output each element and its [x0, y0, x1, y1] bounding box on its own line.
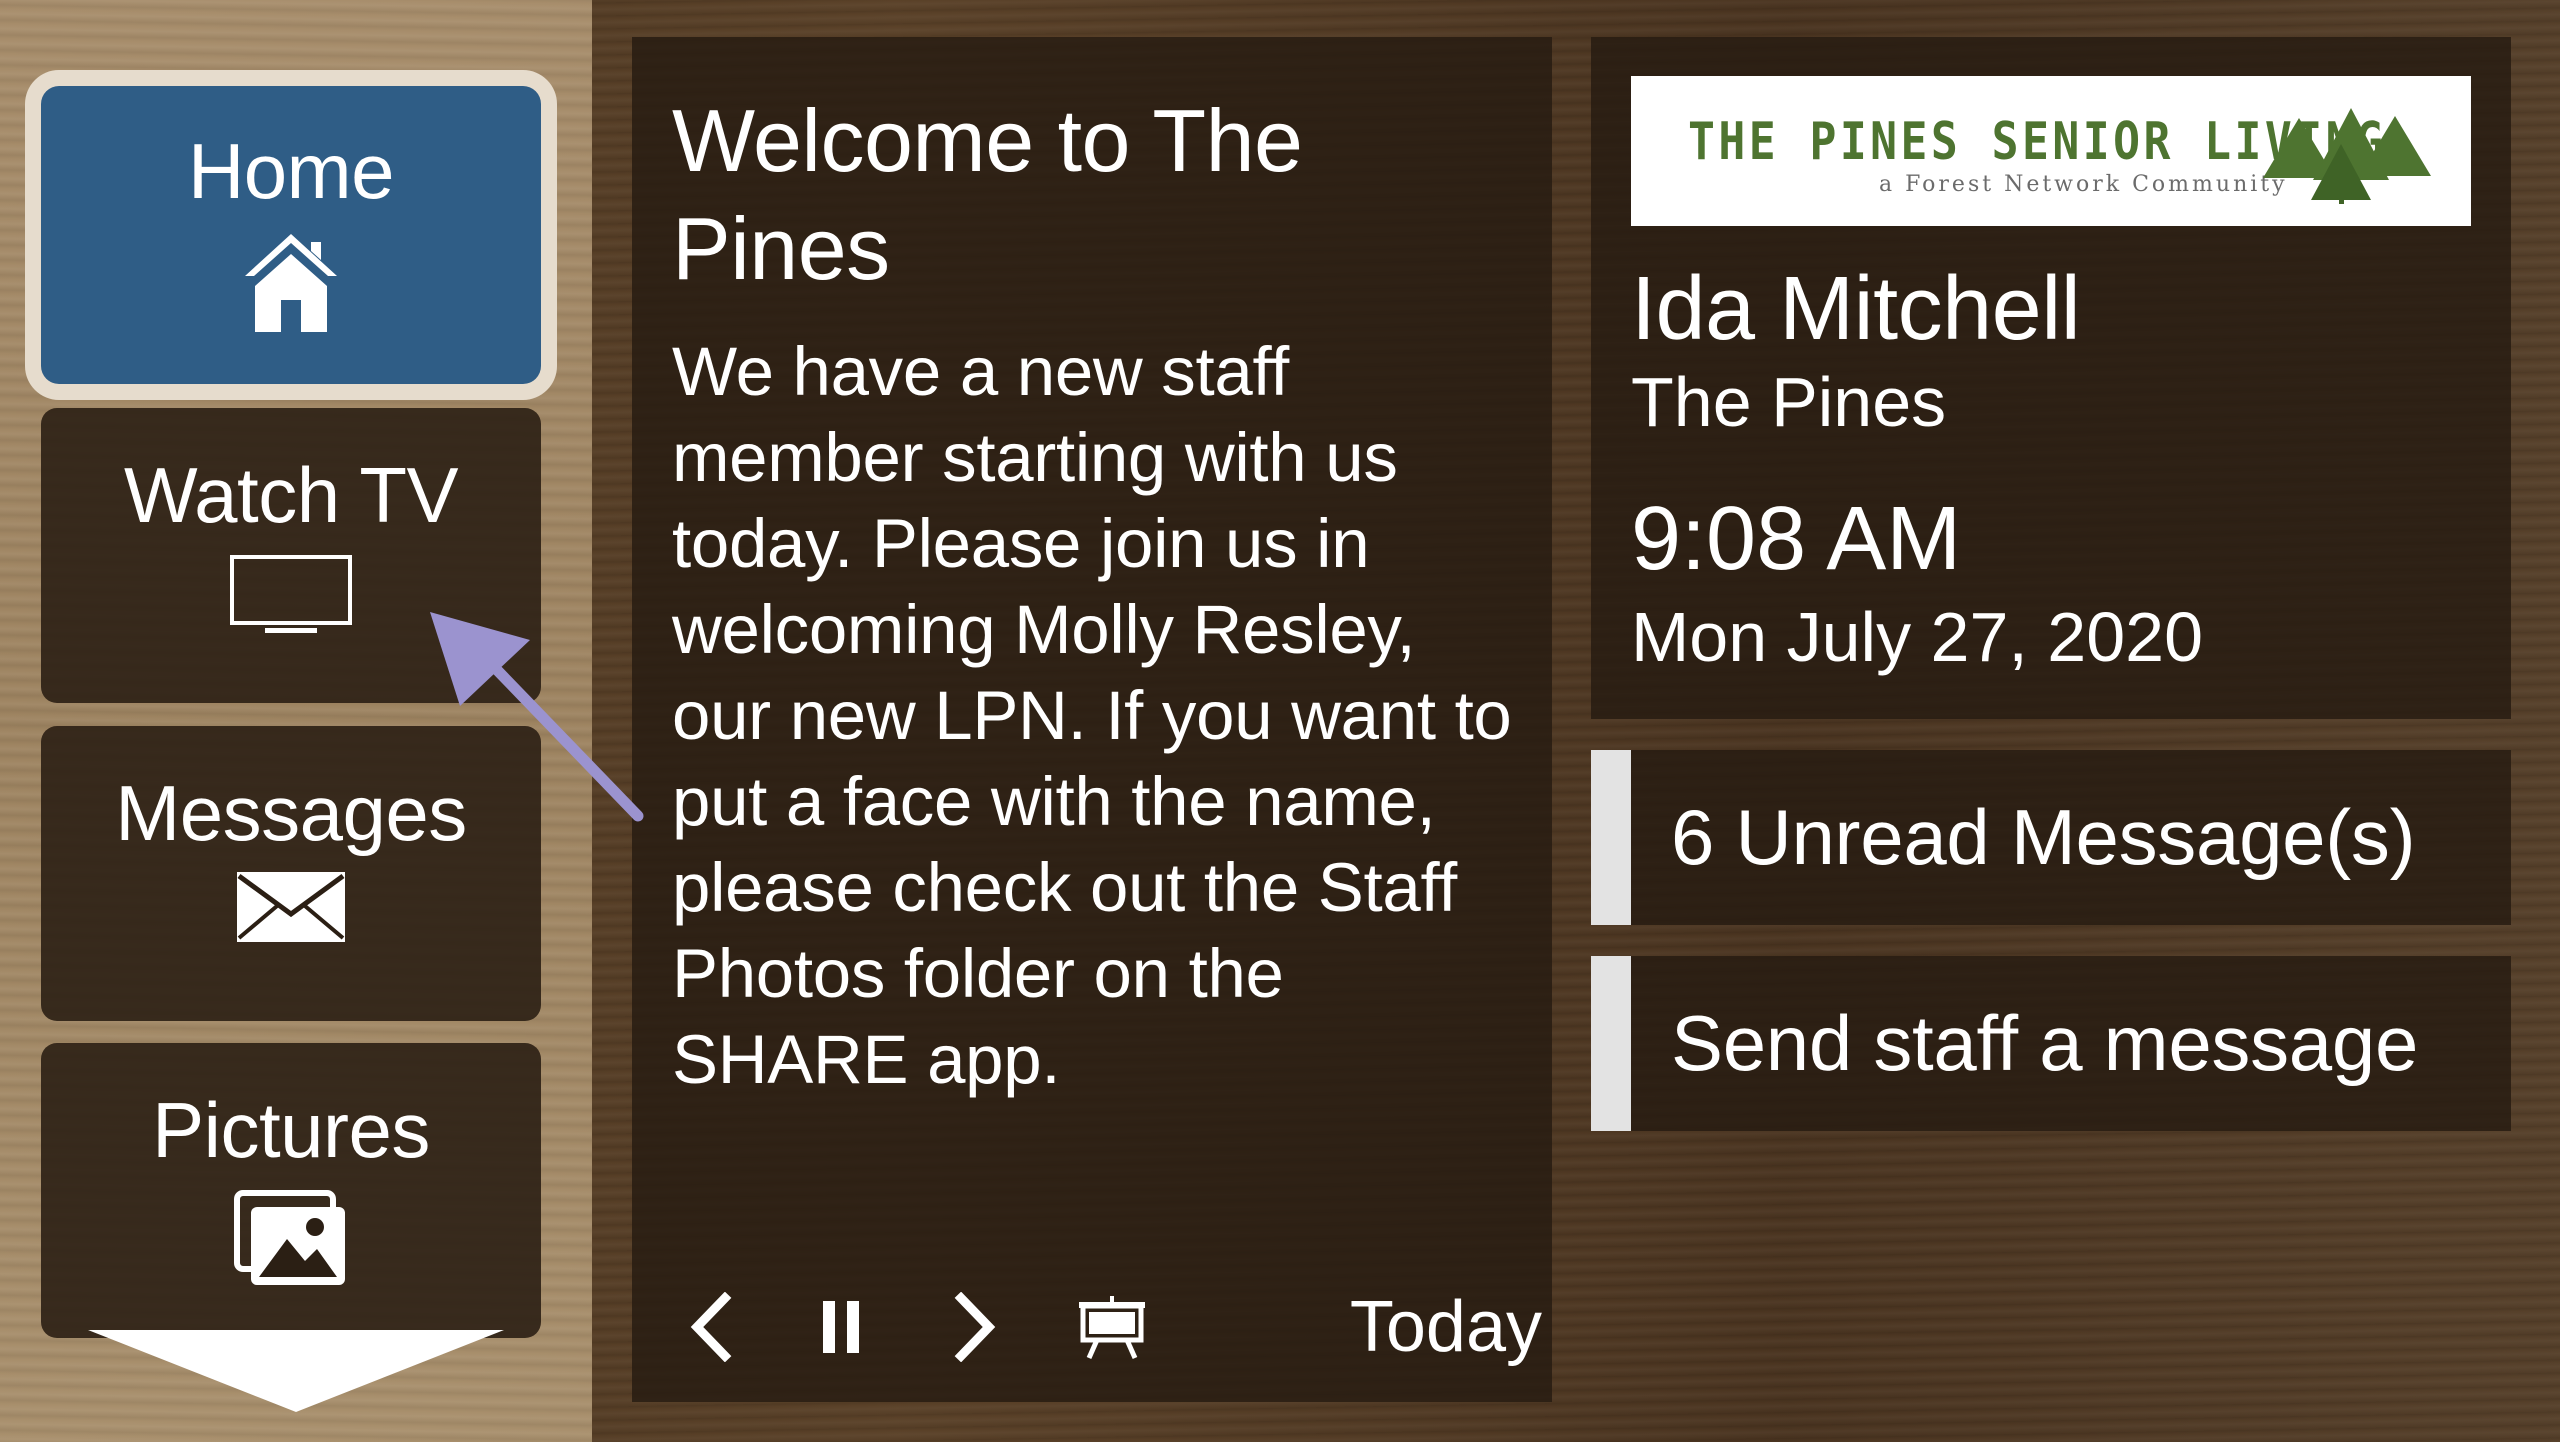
tv-icon: [229, 554, 353, 643]
nav-watch-tv-label: Watch TV: [123, 451, 459, 539]
pause-button[interactable]: [802, 1277, 882, 1377]
home-icon: [241, 230, 341, 339]
community-logo: THE PINES SENIOR LIVING a Forest Network…: [1631, 76, 2471, 226]
pause-icon: [823, 1301, 859, 1353]
pine-trees-icon: [2263, 108, 2431, 204]
send-staff-message-label: Send staff a message: [1671, 999, 2419, 1087]
announcement-title: Welcome to The Pines: [672, 91, 1303, 298]
envelope-icon: [237, 872, 345, 947]
accent-bar: [1591, 956, 1631, 1131]
chevron-left-icon: [690, 1292, 732, 1362]
resident-info-panel: THE PINES SENIOR LIVING a Forest Network…: [1591, 37, 2511, 719]
scroll-down-triangle-icon[interactable]: [88, 1330, 504, 1412]
previous-button[interactable]: [672, 1277, 752, 1377]
presentation-icon: [1079, 1296, 1145, 1360]
nav-pictures-button[interactable]: Pictures: [41, 1043, 541, 1338]
nav-home-label: Home: [187, 127, 395, 215]
logo-subtitle: a Forest Network Community: [1879, 172, 2288, 197]
nav-home-button[interactable]: Home: [41, 86, 541, 384]
photos-icon: [233, 1189, 349, 1294]
community-name: The Pines: [1631, 363, 1947, 441]
next-button[interactable]: [934, 1277, 1014, 1377]
nav-pictures-label: Pictures: [152, 1086, 430, 1174]
accent-bar: [1591, 750, 1631, 925]
announcement-body: We have a new staff member starting with…: [672, 333, 1512, 1098]
unread-messages-label: 6 Unread Message(s): [1671, 793, 2416, 881]
clock-time: 9:08 AM: [1631, 489, 1962, 589]
resident-name: Ida Mitchell: [1631, 259, 2081, 359]
today-button[interactable]: Today: [1202, 1277, 1542, 1377]
unread-messages-button[interactable]: 6 Unread Message(s): [1591, 750, 2511, 925]
chevron-right-icon: [954, 1292, 996, 1362]
announcement-panel: Welcome to The Pines We have a new staff…: [632, 37, 1552, 1402]
pointer-arrow-icon: [430, 612, 644, 822]
nav-messages-label: Messages: [115, 769, 467, 857]
presentation-button[interactable]: [1067, 1277, 1157, 1377]
send-staff-message-button[interactable]: Send staff a message: [1591, 956, 2511, 1131]
announcement-controls: Today: [672, 1277, 1542, 1377]
clock-date: Mon July 27, 2020: [1631, 598, 2204, 676]
